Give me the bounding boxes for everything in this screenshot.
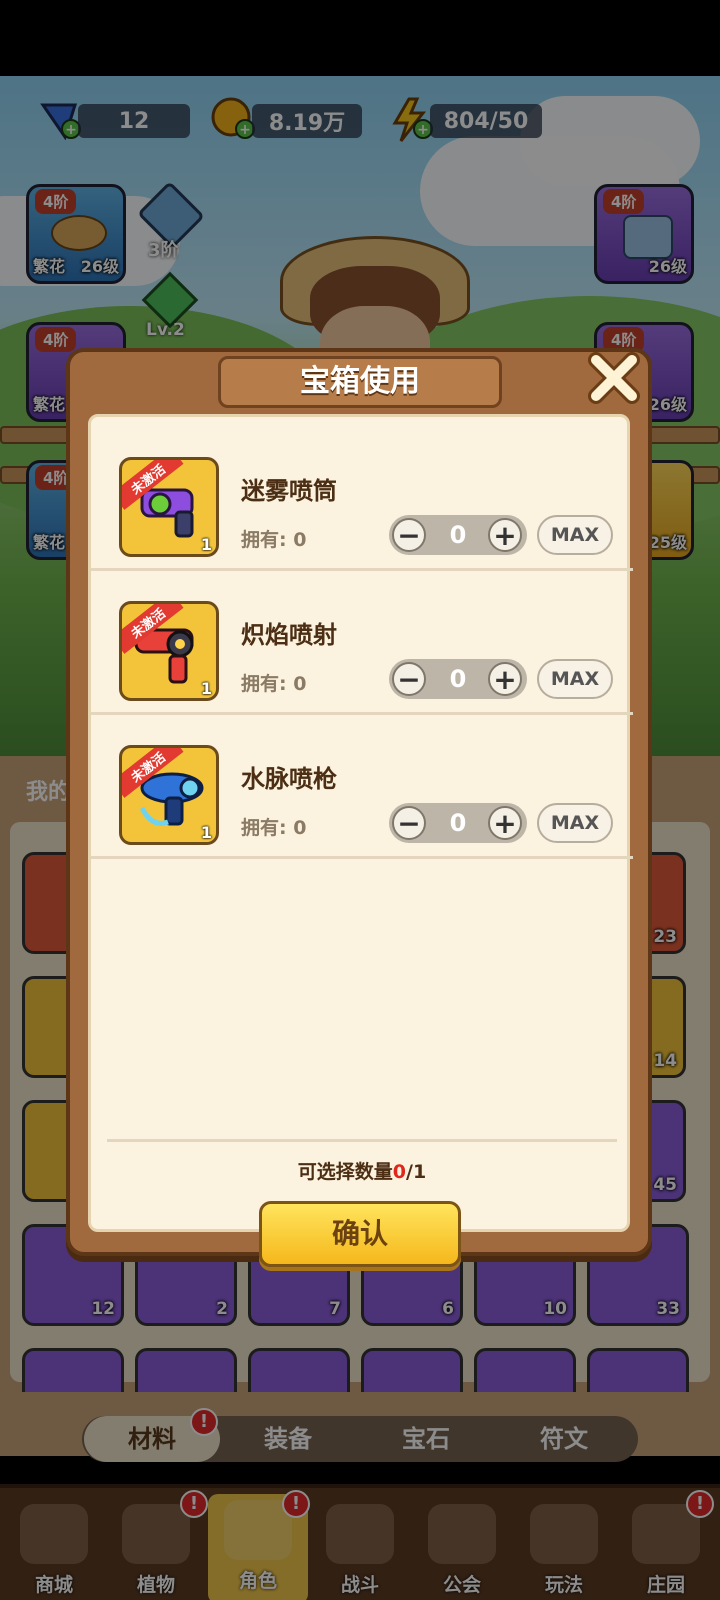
owned-prefix: 拥有: [241,817,294,839]
selectable-max: /1 [406,1161,427,1183]
selected-value: 0 [392,1161,407,1183]
dialog-body: 未激活 1 迷雾喷筒 拥有: 0 − 0 + MAX 未激活 1 炽焰喷射 拥有… [88,414,633,1267]
plus-button[interactable]: + [488,518,522,552]
quantity-value: 0 [449,665,467,693]
quantity-value: 0 [449,521,467,549]
quantity-stepper: − 0 + [389,515,527,555]
item-slot[interactable]: 未激活 1 [119,745,219,845]
close-icon [588,352,640,404]
selectable-label: 可选择数量 [297,1161,393,1183]
max-button[interactable]: MAX [537,803,613,843]
item-count: 1 [200,823,212,842]
quantity-value: 0 [449,809,467,837]
owned-prefix: 拥有: [241,673,294,695]
close-button[interactable] [584,348,644,408]
list-item: 未激活 1 炽焰喷射 拥有: 0 − 0 + MAX [91,571,633,715]
confirm-button[interactable]: 确认 [259,1201,461,1267]
minus-button[interactable]: − [392,518,426,552]
owned-value: 0 [293,673,307,695]
minus-button[interactable]: − [392,662,426,696]
item-name: 迷雾喷筒 [241,477,337,505]
item-name: 水脉喷枪 [241,765,337,793]
status-bar [0,0,720,76]
owned-prefix: 拥有: [241,529,294,551]
quantity-stepper: − 0 + [389,659,527,699]
item-name: 炽焰喷射 [241,621,337,649]
owned-value: 0 [293,817,307,839]
item-slot[interactable]: 未激活 1 [119,601,219,701]
quantity-stepper: − 0 + [389,803,527,843]
divider [107,1139,617,1142]
max-button[interactable]: MAX [537,515,613,555]
list-item: 未激活 1 迷雾喷筒 拥有: 0 − 0 + MAX [91,427,633,571]
dialog-title: 宝箱使用 [300,364,420,399]
plus-button[interactable]: + [488,662,522,696]
item-count: 1 [200,535,212,554]
owned-count: 拥有: 0 [241,813,306,840]
selectable-count: 可选择数量0/1 [91,1157,633,1184]
plus-button[interactable]: + [488,806,522,840]
owned-value: 0 [293,529,307,551]
owned-count: 拥有: 0 [241,525,306,552]
list-item: 未激活 1 水脉喷枪 拥有: 0 − 0 + MAX [91,715,633,859]
minus-button[interactable]: − [392,806,426,840]
owned-count: 拥有: 0 [241,669,306,696]
max-button[interactable]: MAX [537,659,613,699]
item-count: 1 [200,679,212,698]
chest-use-dialog: 宝箱使用 未激活 1 迷雾喷筒 拥有: 0 − 0 + MAX 未激活 1 炽焰… [66,348,652,1267]
item-slot[interactable]: 未激活 1 [119,457,219,557]
